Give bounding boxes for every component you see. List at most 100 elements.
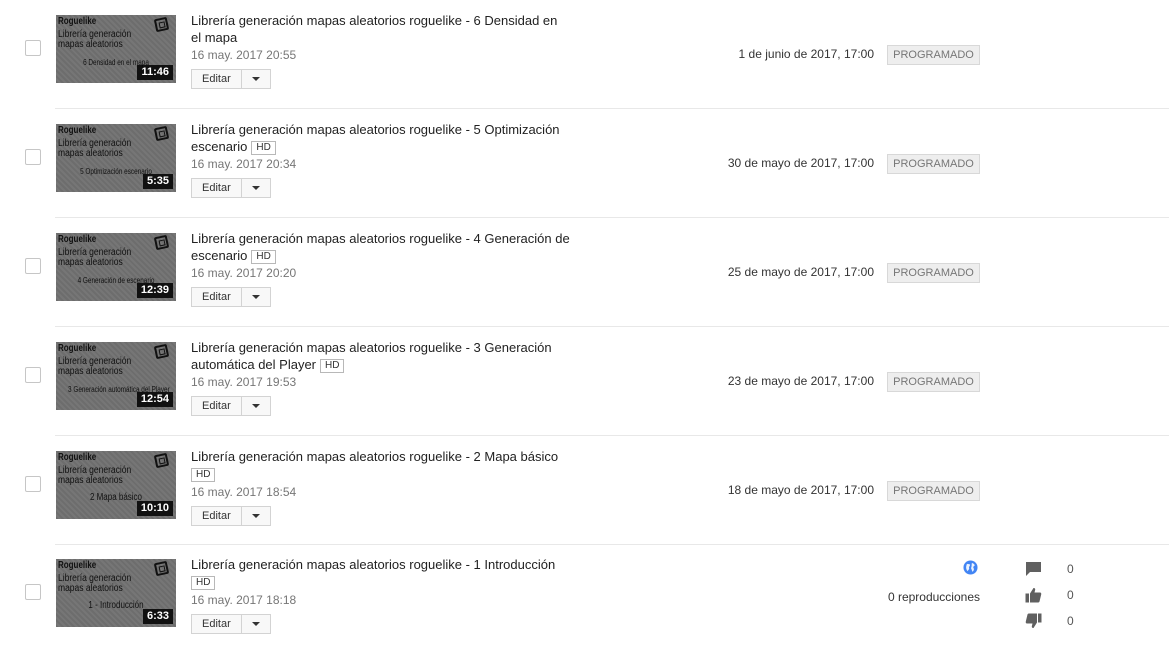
comment-count: 0 — [1067, 562, 1074, 576]
upload-date: 16 may. 2017 20:34 — [191, 157, 297, 171]
hd-badge: HD — [251, 250, 276, 264]
duration-badge: 12:54 — [136, 392, 173, 407]
scheduled-date: 23 de mayo de 2017, 17:00 — [727, 374, 874, 388]
video-info: Librería generación mapas aleatorios rog… — [191, 121, 571, 198]
like-count: 0 — [1067, 588, 1074, 602]
channel-logo-icon — [153, 452, 170, 469]
thumbs-down-icon[interactable] — [1025, 613, 1042, 629]
thumbs-up-icon[interactable] — [1025, 587, 1042, 603]
upload-date: 16 may. 2017 20:55 — [191, 48, 297, 62]
video-title[interactable]: Librería generación mapas aleatorios rog… — [191, 339, 571, 373]
select-checkbox[interactable] — [25, 258, 41, 274]
scheduled-date: 30 de mayo de 2017, 17:00 — [727, 156, 874, 170]
duration-badge: 5:35 — [142, 174, 173, 189]
edit-button[interactable]: Editar — [191, 178, 242, 198]
edit-button[interactable]: Editar — [191, 506, 242, 526]
status-badge: PROGRAMADO — [887, 263, 980, 283]
channel-logo-icon — [153, 125, 170, 142]
scheduled-date: 18 de mayo de 2017, 17:00 — [727, 483, 874, 497]
video-thumbnail[interactable]: Roguelike Librería generación mapas aleat… — [56, 342, 176, 410]
duration-badge: 10:10 — [136, 501, 173, 516]
video-thumbnail[interactable]: Roguelike Librería generación mapas aleat… — [56, 124, 176, 192]
upload-date: 16 may. 2017 18:18 — [191, 593, 297, 607]
status-badge: PROGRAMADO — [887, 154, 980, 174]
upload-date: 16 may. 2017 19:53 — [191, 375, 297, 389]
edit-button-group: Editar — [191, 614, 571, 634]
upload-date: 16 may. 2017 18:54 — [191, 485, 297, 499]
comment-icon[interactable] — [1025, 561, 1042, 577]
edit-button[interactable]: Editar — [191, 287, 242, 307]
dislikes-stat: 0 — [1025, 613, 1085, 629]
thumbnail-title: Librería generación mapas aleatorios — [58, 356, 132, 377]
dislike-count: 0 — [1067, 614, 1074, 628]
video-title[interactable]: Librería generación mapas aleatorios rog… — [191, 12, 571, 46]
video-thumbnail[interactable]: Roguelike Librería generación mapas aleat… — [56, 15, 176, 83]
edit-button-group: Editar — [191, 69, 571, 89]
edit-button-group: Editar — [191, 178, 571, 198]
video-thumbnail[interactable]: Roguelike Librería generación mapas aleat… — [56, 559, 176, 627]
thumbnail-title: Librería generación mapas aleatorios — [58, 138, 132, 159]
video-title[interactable]: Librería generación mapas aleatorios rog… — [191, 556, 571, 573]
thumbnail-tag: Roguelike — [58, 343, 97, 354]
video-row: Roguelike Librería generación mapas aleat… — [0, 544, 1169, 652]
hd-badge: HD — [320, 359, 345, 373]
thumbnail-title: Librería generación mapas aleatorios — [58, 573, 132, 594]
video-thumbnail[interactable]: Roguelike Librería generación mapas aleat… — [56, 233, 176, 301]
hd-badge: HD — [191, 468, 216, 482]
select-checkbox[interactable] — [25, 476, 41, 492]
select-checkbox[interactable] — [25, 40, 41, 56]
edit-button-group: Editar — [191, 287, 571, 307]
comments-stat: 0 — [1025, 561, 1085, 577]
video-list: Roguelike Librería generación mapas aleat… — [0, 0, 1169, 652]
edit-dropdown-chevron-down-icon[interactable] — [241, 287, 271, 307]
scheduled-date: 25 de mayo de 2017, 17:00 — [727, 265, 874, 279]
status-badge: PROGRAMADO — [887, 481, 980, 501]
video-info: Librería generación mapas aleatorios rog… — [191, 230, 571, 307]
globe-icon[interactable] — [963, 560, 978, 575]
thumbnail-title: Librería generación mapas aleatorios — [58, 29, 132, 50]
video-thumbnail[interactable]: Roguelike Librería generación mapas aleat… — [56, 451, 176, 519]
duration-badge: 12:39 — [136, 283, 173, 298]
edit-dropdown-chevron-down-icon[interactable] — [241, 614, 271, 634]
likes-stat: 0 — [1025, 587, 1085, 603]
edit-dropdown-chevron-down-icon[interactable] — [241, 69, 271, 89]
view-count: 0 reproducciones — [887, 590, 980, 604]
video-row: Roguelike Librería generación mapas aleat… — [0, 436, 1169, 545]
thumbnail-tag: Roguelike — [58, 452, 97, 463]
video-info: Librería generación mapas aleatorios rog… — [191, 448, 571, 526]
channel-logo-icon — [153, 234, 170, 251]
edit-button-group: Editar — [191, 396, 571, 416]
status-badge: PROGRAMADO — [887, 372, 980, 392]
video-row: Roguelike Librería generación mapas aleat… — [0, 218, 1169, 327]
video-row: Roguelike Librería generación mapas aleat… — [0, 0, 1169, 109]
thumbnail-title: Librería generación mapas aleatorios — [58, 247, 132, 268]
channel-logo-icon — [153, 16, 170, 33]
select-checkbox[interactable] — [25, 149, 41, 165]
duration-badge: 11:46 — [137, 65, 173, 80]
video-info: Librería generación mapas aleatorios rog… — [191, 339, 571, 416]
edit-dropdown-chevron-down-icon[interactable] — [241, 506, 271, 526]
edit-button-group: Editar — [191, 506, 571, 526]
video-info: Librería generación mapas aleatorios rog… — [191, 556, 571, 634]
video-info: Librería generación mapas aleatorios rog… — [191, 12, 571, 89]
upload-date: 16 may. 2017 20:20 — [191, 266, 297, 280]
thumbnail-tag: Roguelike — [58, 560, 97, 571]
thumbnail-tag: Roguelike — [58, 125, 97, 136]
channel-logo-icon — [153, 343, 170, 360]
edit-dropdown-chevron-down-icon[interactable] — [241, 396, 271, 416]
scheduled-date: 1 de junio de 2017, 17:00 — [738, 47, 874, 61]
edit-dropdown-chevron-down-icon[interactable] — [241, 178, 271, 198]
hd-badge: HD — [191, 576, 216, 590]
video-row: Roguelike Librería generación mapas aleat… — [0, 109, 1169, 218]
video-title[interactable]: Librería generación mapas aleatorios rog… — [191, 230, 571, 264]
select-checkbox[interactable] — [25, 584, 41, 600]
status-badge: PROGRAMADO — [887, 45, 980, 65]
edit-button[interactable]: Editar — [191, 69, 242, 89]
video-title[interactable]: Librería generación mapas aleatorios rog… — [191, 448, 571, 465]
select-checkbox[interactable] — [25, 367, 41, 383]
video-title[interactable]: Librería generación mapas aleatorios rog… — [191, 121, 571, 155]
thumbnail-title: Librería generación mapas aleatorios — [58, 465, 132, 486]
thumbnail-tag: Roguelike — [58, 234, 97, 245]
edit-button[interactable]: Editar — [191, 396, 242, 416]
edit-button[interactable]: Editar — [191, 614, 242, 634]
